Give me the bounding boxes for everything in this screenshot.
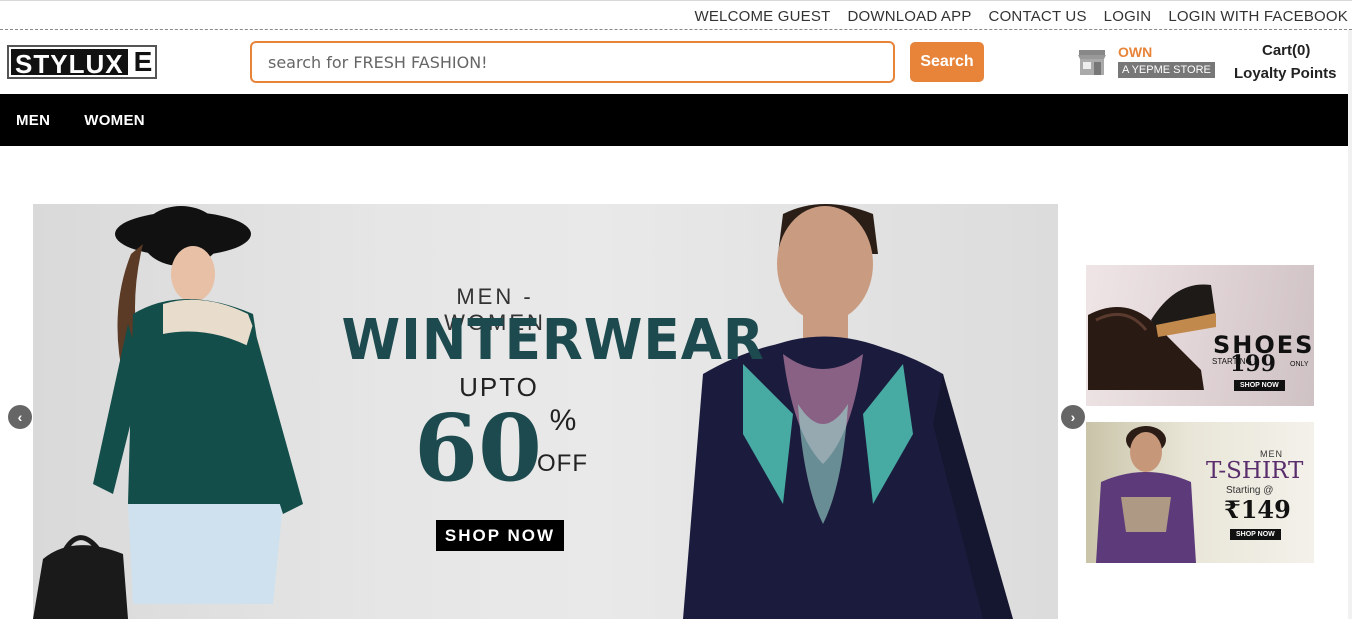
search-button[interactable]: Search: [910, 42, 984, 82]
shoes-promo-only: ONLY: [1290, 361, 1309, 368]
banner-heading: WINTERWEAR: [341, 308, 765, 373]
hero-banner[interactable]: MEN - WOMEN WINTERWEAR UPTO 60 % OFF SHO…: [33, 204, 1058, 619]
download-app-link[interactable]: DOWNLOAD APP: [847, 8, 971, 25]
tshirt-model-image: [1096, 426, 1196, 563]
contact-us-link[interactable]: CONTACT US: [989, 8, 1087, 25]
tshirt-promo-banner[interactable]: MEN T-SHIRT Starting @ ₹149 SHOP NOW: [1086, 422, 1314, 563]
shoes-image: [1088, 284, 1216, 390]
banner-percent: %: [549, 404, 577, 437]
shoes-promo-banner[interactable]: SHOES STARTING ₹ 199 ONLY SHOP NOW: [1086, 265, 1314, 406]
vertical-scrollbar[interactable]: [1348, 30, 1352, 619]
tshirt-promo-price: ₹149: [1224, 495, 1291, 524]
welcome-guest-text: WELCOME GUEST: [694, 8, 831, 25]
shoes-promo-price: 199: [1230, 351, 1276, 377]
loyalty-points-link[interactable]: Loyalty Points: [1234, 65, 1337, 82]
own-store-link[interactable]: OWN A YEPME STORE: [1076, 42, 1221, 82]
login-link[interactable]: LOGIN: [1104, 8, 1152, 25]
carousel-next-arrow-icon[interactable]: ›: [1061, 405, 1085, 429]
store-tag-label: A YEPME STORE: [1118, 62, 1215, 78]
logo-last-letter: E: [133, 46, 153, 77]
stylux-logo[interactable]: STYLUX E: [7, 45, 157, 79]
top-utility-bar: WELCOME GUEST DOWNLOAD APP CONTACT US LO…: [0, 0, 1352, 30]
banner-shop-now-button[interactable]: SHOP NOW: [436, 520, 564, 551]
store-own-label: OWN: [1118, 44, 1153, 60]
nav-item-women[interactable]: WOMEN: [84, 112, 145, 129]
search-input[interactable]: [250, 41, 895, 83]
login-facebook-link[interactable]: LOGIN WITH FACEBOOK: [1168, 8, 1348, 25]
logo-main-text: STYLUX: [9, 47, 130, 79]
nav-item-men[interactable]: MEN: [16, 112, 50, 129]
carousel-prev-arrow-icon[interactable]: ‹: [8, 405, 32, 429]
tshirt-promo-title: T-SHIRT: [1206, 458, 1304, 484]
store-icon: [1078, 50, 1106, 75]
banner-discount: 60: [413, 394, 543, 502]
tshirt-shop-now-button[interactable]: SHOP NOW: [1230, 529, 1281, 540]
site-header: STYLUX E Search OWN A YEPME STORE Cart(0…: [0, 30, 1352, 94]
man-model-image: [683, 204, 1013, 619]
woman-model-image: [33, 206, 303, 619]
main-nav: MEN WOMEN: [0, 94, 1348, 146]
shoes-shop-now-button[interactable]: SHOP NOW: [1234, 380, 1285, 391]
top-links: WELCOME GUEST DOWNLOAD APP CONTACT US LO…: [694, 8, 1348, 25]
banner-off: OFF: [537, 450, 588, 477]
cart-link[interactable]: Cart(0): [1262, 42, 1310, 59]
